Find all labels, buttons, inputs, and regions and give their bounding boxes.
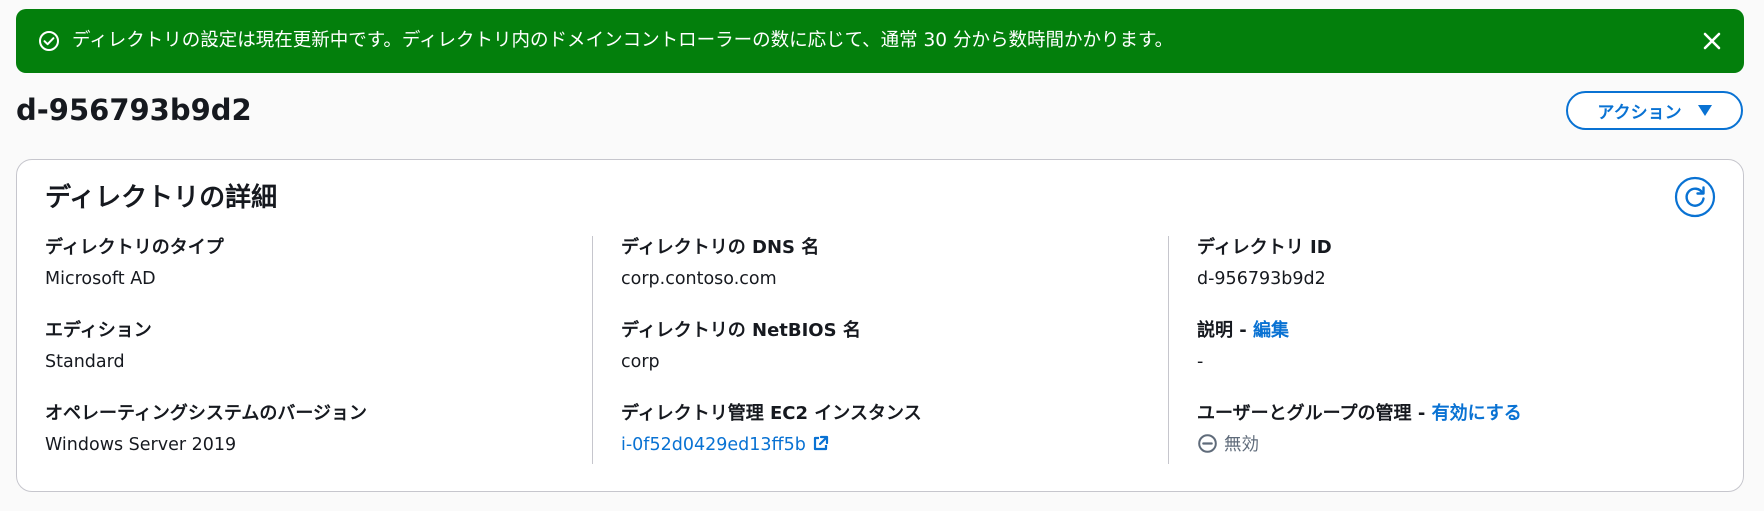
field-label: ユーザーとグループの管理 <box>1197 403 1412 424</box>
netbios-name-field: ディレクトリの NetBIOS 名 corp <box>621 318 1161 375</box>
actions-dropdown-button[interactable]: アクション <box>1566 91 1743 130</box>
success-check-circle-icon <box>39 31 59 51</box>
external-link-icon[interactable] <box>812 435 829 452</box>
close-icon[interactable] <box>1700 29 1724 53</box>
banner-message: ディレクトリの設定は現在更新中です。ディレクトリ内のドメインコントローラーの数に… <box>72 30 1174 51</box>
user-group-management-field: ユーザーとグループの管理 - 有効にする 無効 <box>1197 401 1737 458</box>
os-version-field: オペレーティングシステムのバージョン Windows Server 2019 <box>45 401 585 458</box>
flash-banner: ディレクトリの設定は現在更新中です。ディレクトリ内のドメインコントローラーの数に… <box>16 9 1744 73</box>
field-value: - <box>1197 352 1204 372</box>
field-label: エディション <box>45 320 152 341</box>
directory-details-panel: ディレクトリの詳細 ディレクトリのタイプ Microsoft AD エディション… <box>16 159 1744 492</box>
directory-id-field: ディレクトリ ID d-956793b9d2 <box>1197 235 1737 292</box>
field-label-row: 説明 - 編集 <box>1197 318 1737 344</box>
ec2-instance-field: ディレクトリ管理 EC2 インスタンス i-0f52d0429ed13ff5b <box>621 401 1161 458</box>
field-value: i-0f52d0429ed13ff5b <box>621 432 1161 458</box>
field-value: d-956793b9d2 <box>1197 269 1326 289</box>
field-value: corp <box>621 352 660 372</box>
field-label: 説明 <box>1197 320 1233 341</box>
label-separator: - <box>1411 403 1432 424</box>
ec2-instance-link[interactable]: i-0f52d0429ed13ff5b <box>621 435 806 455</box>
edition-field: エディション Standard <box>45 318 585 375</box>
field-value: corp.contoso.com <box>621 269 777 289</box>
column-divider <box>592 236 593 464</box>
field-value: Microsoft AD <box>45 269 156 289</box>
dns-name-field: ディレクトリの DNS 名 corp.contoso.com <box>621 235 1161 292</box>
caret-down-icon <box>1697 105 1712 116</box>
directory-type-field: ディレクトリのタイプ Microsoft AD <box>45 235 585 292</box>
panel-title: ディレクトリの詳細 <box>45 183 278 213</box>
field-label-row: ユーザーとグループの管理 - 有効にする <box>1197 401 1737 427</box>
column-divider <box>1168 236 1169 464</box>
field-value: Standard <box>45 352 125 372</box>
field-label: ディレクトリの DNS 名 <box>621 237 820 258</box>
field-label: ディレクトリ管理 EC2 インスタンス <box>621 403 922 424</box>
field-label: オペレーティングシステムのバージョン <box>45 403 368 424</box>
actions-button-label: アクション <box>1597 103 1682 123</box>
field-label: ディレクトリ ID <box>1197 237 1332 258</box>
field-value: Windows Server 2019 <box>45 435 237 455</box>
page-title: d-956793b9d2 <box>16 93 252 127</box>
refresh-icon[interactable] <box>1674 176 1716 218</box>
field-label: ディレクトリのタイプ <box>45 237 224 258</box>
edit-description-link[interactable]: 編集 <box>1253 320 1289 341</box>
status-value: 無効 <box>1197 432 1737 458</box>
disabled-status-icon <box>1198 434 1217 453</box>
label-separator: - <box>1233 320 1254 341</box>
enable-management-link[interactable]: 有効にする <box>1432 403 1522 424</box>
description-field: 説明 - 編集 - <box>1197 318 1737 375</box>
status-text: 無効 <box>1224 435 1259 455</box>
field-label: ディレクトリの NetBIOS 名 <box>621 320 861 341</box>
